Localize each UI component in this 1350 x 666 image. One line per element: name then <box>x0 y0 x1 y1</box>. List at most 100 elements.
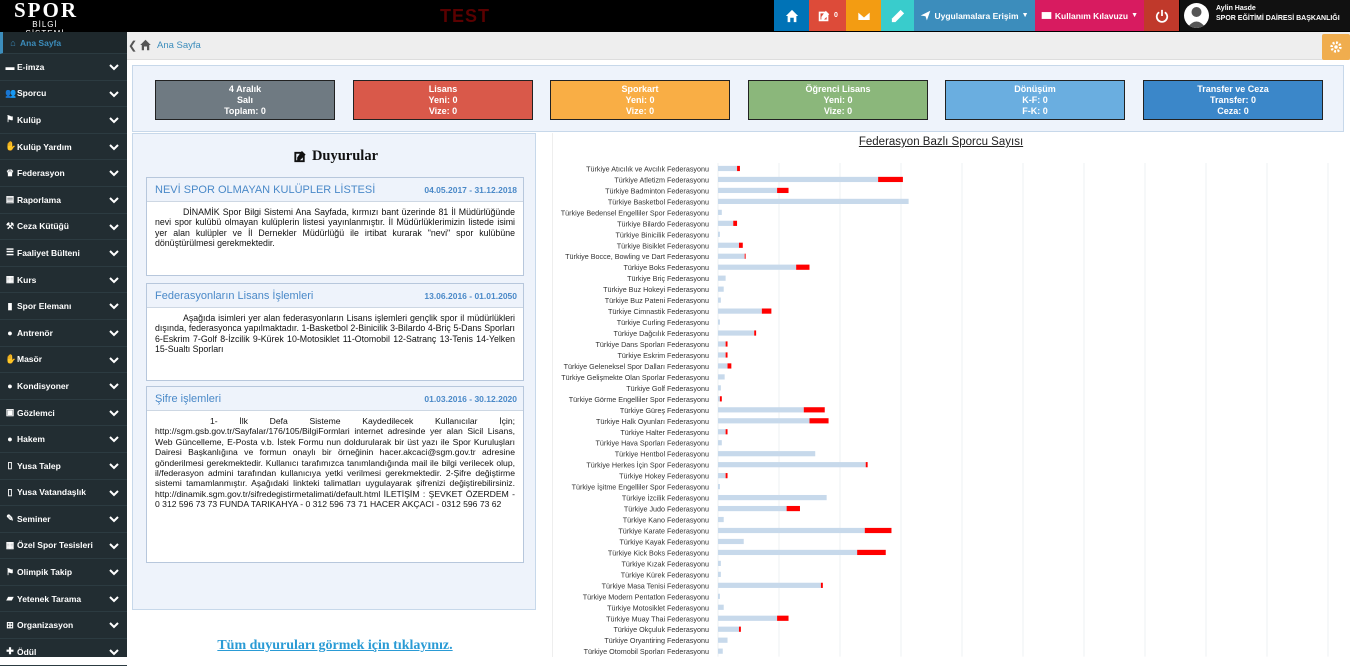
bar-segment[interactable] <box>737 165 740 172</box>
bar-segment[interactable] <box>718 209 722 215</box>
bar-segment[interactable] <box>718 341 726 347</box>
sidebar-item-federasyon[interactable]: ♛ Federasyon <box>0 160 127 187</box>
sidebar-item-ceza-kutugu[interactable]: ⚒ Ceza Kütüğü <box>0 214 127 241</box>
bar-segment[interactable] <box>777 615 789 621</box>
bar-segment[interactable] <box>777 187 789 194</box>
bar-segment[interactable] <box>820 582 823 588</box>
bar-segment[interactable] <box>803 407 825 413</box>
sidebar-item-odul[interactable]: ✚ Ödül <box>0 639 127 666</box>
bar-segment[interactable] <box>718 231 720 237</box>
bar-segment[interactable] <box>718 516 724 523</box>
bar-segment[interactable] <box>718 648 723 654</box>
bar-segment[interactable] <box>718 297 721 303</box>
announcement-title[interactable]: Federasyonların Lisans İşlemleri <box>155 290 313 302</box>
edit-button[interactable] <box>881 0 914 31</box>
sidebar-item-sporcu[interactable]: 👥 Sporcu <box>0 81 127 108</box>
bar-segment[interactable] <box>718 396 720 402</box>
sidebar-item-e-imza[interactable]: ▬ E-imza <box>0 54 127 81</box>
sidebar-item-hakem[interactable]: ● Hakem <box>0 426 127 453</box>
breadcrumb[interactable]: Ana Sayfa <box>139 39 201 51</box>
bar-segment[interactable] <box>718 637 728 643</box>
app-logo[interactable]: SPOR BİLGİ SİSTEMİ <box>14 0 76 38</box>
sidebar-item-spor-elemani[interactable]: ▮ Spor Elemanı <box>0 293 127 320</box>
stat-box[interactable]: Dönüşüm K-F: 0 F-K: 0 <box>945 80 1125 120</box>
sidebar-item-ozel-spor-tesisleri[interactable]: ▦ Özel Spor Tesisleri <box>0 533 127 560</box>
bar-segment[interactable] <box>718 308 762 314</box>
bar-segment[interactable] <box>725 473 728 479</box>
bar-segment[interactable] <box>718 352 726 358</box>
bar-segment[interactable] <box>718 407 804 413</box>
bar-segment[interactable] <box>718 473 726 479</box>
bar-segment[interactable] <box>857 549 886 556</box>
bar-segment[interactable] <box>718 198 909 204</box>
bar-segment[interactable] <box>725 429 728 435</box>
bar-segment[interactable] <box>718 549 858 556</box>
mail-button[interactable] <box>846 0 881 31</box>
bar-segment[interactable] <box>718 242 739 248</box>
sidebar-item-antrenor[interactable]: ● Antrenör <box>0 320 127 347</box>
bar-segment[interactable] <box>718 462 866 468</box>
stat-box[interactable]: Sporkart Yeni: 0 Vize: 0 <box>550 80 730 120</box>
bar-segment[interactable] <box>718 187 778 194</box>
bar-segment[interactable] <box>718 363 728 369</box>
bar-segment[interactable] <box>738 626 741 632</box>
bar-segment[interactable] <box>738 242 743 248</box>
stat-box[interactable]: 4 Aralık Salı Toplam: 0 <box>155 80 335 120</box>
bar-segment[interactable] <box>718 418 810 424</box>
sidebar-item-gozlemci[interactable]: ▣ Gözlemci <box>0 400 127 427</box>
bar-segment[interactable] <box>718 165 738 172</box>
sidebar-item-kulup-yardim[interactable]: ✋ Kulüp Yardım <box>0 134 127 161</box>
bar-segment[interactable] <box>733 220 738 226</box>
bar-segment[interactable] <box>718 484 720 490</box>
app-access-dropdown[interactable]: Uygulamalara Erişim ▼ <box>914 0 1035 31</box>
stat-box[interactable]: Transfer ve Ceza Transfer: 0 Ceza: 0 <box>1143 80 1323 120</box>
bar-segment[interactable] <box>718 264 797 270</box>
all-announcements-link[interactable]: Tüm duyuruları görmek için tıklayınız. <box>133 638 537 654</box>
settings-button[interactable] <box>1322 34 1350 60</box>
bar-segment[interactable] <box>718 604 724 610</box>
bar-segment[interactable] <box>865 462 868 468</box>
bar-segment[interactable] <box>718 538 744 545</box>
bar-segment[interactable] <box>864 527 892 534</box>
bar-segment[interactable] <box>796 264 810 270</box>
logout-button[interactable] <box>1144 0 1179 31</box>
bar-segment[interactable] <box>718 615 778 621</box>
announcement-title[interactable]: NEVİ SPOR OLMAYAN KULÜPLER LİSTESİ <box>155 184 375 196</box>
bar-segment[interactable] <box>725 341 728 347</box>
bar-segment[interactable] <box>718 451 816 457</box>
bar-segment[interactable] <box>718 505 787 512</box>
bar-segment[interactable] <box>718 330 755 336</box>
notifications-button[interactable]: 0 <box>809 0 846 31</box>
sidebar-item-faaliyet-bulteni[interactable]: ☰ Faaliyet Bülteni <box>0 240 127 267</box>
sidebar-item-kurs[interactable]: ▦ Kurs <box>0 267 127 294</box>
bar-segment[interactable] <box>718 626 739 632</box>
sidebar-item-yusa-vatandaslik[interactable]: ▯ Yusa Vatandaşlık <box>0 480 127 507</box>
bar-segment[interactable] <box>786 505 800 512</box>
bar-segment[interactable] <box>718 220 734 226</box>
bar-segment[interactable] <box>718 582 821 588</box>
bar-segment[interactable] <box>718 571 721 577</box>
bar-segment[interactable] <box>761 308 772 314</box>
sidebar-item-yusa-talep[interactable]: ▯ Yusa Talep <box>0 453 127 480</box>
bar-segment[interactable] <box>718 374 725 380</box>
bar-segment[interactable] <box>754 330 757 336</box>
bar-segment[interactable] <box>718 275 726 281</box>
stat-box[interactable]: Lisans Yeni: 0 Vize: 0 <box>353 80 533 120</box>
sidebar-item-raporlama[interactable]: ▤ Raporlama <box>0 187 127 214</box>
bar-segment[interactable] <box>719 396 722 402</box>
bar-segment[interactable] <box>718 176 879 183</box>
bar-segment[interactable] <box>718 319 720 325</box>
home-button[interactable] <box>774 0 809 31</box>
bar-segment[interactable] <box>718 253 745 259</box>
bar-segment[interactable] <box>718 494 827 501</box>
bar-segment[interactable] <box>727 363 732 369</box>
bar-segment[interactable] <box>725 352 728 358</box>
bar-segment[interactable] <box>878 176 903 183</box>
bar-segment[interactable] <box>718 286 724 292</box>
sidebar-item-kondisyoner[interactable]: ● Kondisyoner <box>0 373 127 400</box>
user-guide-dropdown[interactable]: Kullanım Kılavuzu ▼ <box>1035 0 1144 31</box>
sidebar-item-ana-sayfa[interactable]: ⌂ Ana Sayfa <box>0 32 127 54</box>
stat-box[interactable]: Öğrenci Lisans Yeni: 0 Vize: 0 <box>748 80 928 120</box>
bar-segment[interactable] <box>718 527 865 534</box>
bar-segment[interactable] <box>809 418 829 424</box>
